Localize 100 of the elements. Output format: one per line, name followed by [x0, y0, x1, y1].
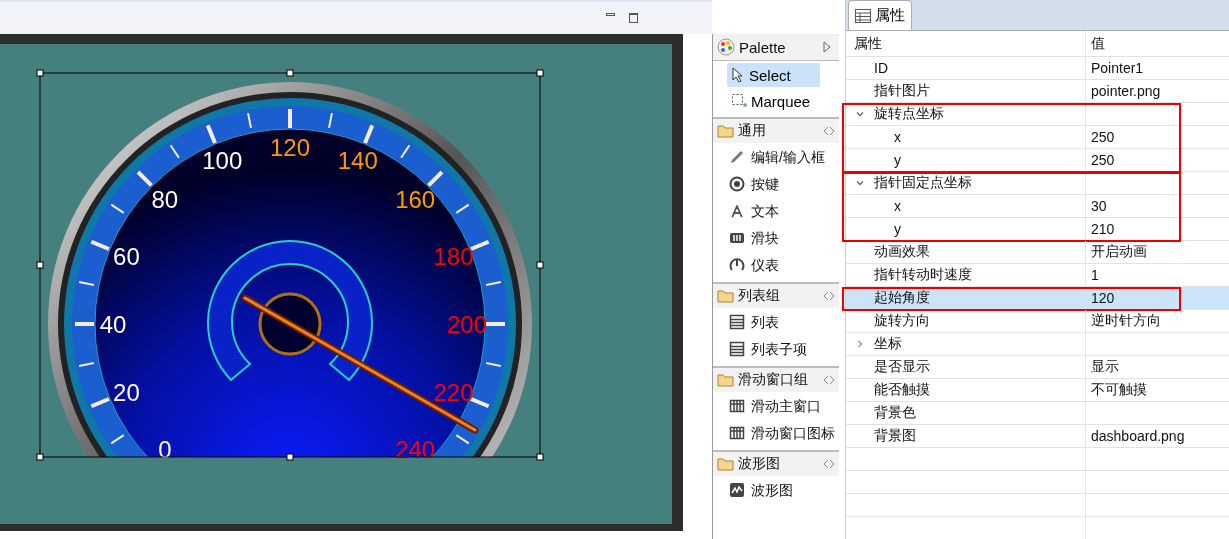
maximize-icon[interactable] — [629, 13, 638, 23]
property-row[interactable]: 能否触摸 不可触摸 — [846, 379, 1229, 402]
gauge-label: 180 — [433, 243, 474, 271]
property-row[interactable]: 旋转方向 逆时针方向 — [846, 310, 1229, 333]
property-value: 250 — [1091, 129, 1115, 145]
resize-handle[interactable] — [36, 453, 44, 461]
gauge-label: 100 — [202, 147, 243, 175]
drawer-label: 滑动窗口组 — [738, 371, 809, 389]
resize-handle[interactable] — [536, 261, 544, 269]
property-name: 动画效果 — [874, 243, 930, 261]
property-row[interactable]: 坐标 — [846, 333, 1229, 356]
gauge-label: 140 — [337, 147, 378, 175]
pin-icon[interactable] — [823, 459, 835, 469]
list-icon — [729, 341, 745, 357]
property-row[interactable]: 动画效果 开启动画 — [846, 241, 1229, 264]
property-value: 120 — [1091, 290, 1115, 306]
palette-item[interactable]: 滑动主窗口 — [713, 392, 839, 419]
radio-button-icon — [729, 176, 745, 192]
gauge-label: 20 — [113, 378, 140, 406]
expand-icon[interactable] — [823, 41, 831, 53]
waveform-icon — [729, 482, 745, 498]
property-row[interactable]: ID Pointer1 — [846, 57, 1229, 80]
properties-tab[interactable]: 属性 — [848, 0, 912, 30]
gauge-label: 200 — [447, 311, 487, 338]
property-value: 210 — [1091, 221, 1115, 237]
palette-item[interactable]: 滑动窗口图标 — [713, 419, 839, 446]
folder-icon — [717, 124, 735, 138]
property-value: pointer.png — [1091, 83, 1161, 99]
property-name: y — [894, 221, 901, 237]
drawer-header[interactable]: 通用 — [713, 117, 839, 143]
chevron-down-icon[interactable] — [855, 178, 865, 188]
palette-item[interactable]: 滑块 — [713, 224, 839, 251]
property-value: 30 — [1091, 198, 1107, 214]
resize-handle[interactable] — [286, 453, 294, 461]
property-row[interactable]: 指针固定点坐标 — [846, 172, 1229, 195]
gauge-label: 120 — [270, 134, 310, 161]
pin-icon[interactable] — [823, 375, 835, 385]
palette-item[interactable]: 列表 — [713, 308, 839, 335]
palette-item[interactable]: 仪表 — [713, 251, 839, 278]
palette-item[interactable]: 列表子项 — [713, 335, 839, 362]
property-row[interactable]: 指针图片 pointer.png — [846, 80, 1229, 103]
minimize-icon[interactable] — [606, 12, 615, 16]
property-name: x — [894, 198, 901, 214]
palette-tool[interactable]: Select — [727, 63, 820, 87]
property-row[interactable]: 背景图 dashboard.png — [846, 425, 1229, 448]
property-row[interactable]: x 250 — [846, 126, 1229, 149]
property-name: 起始角度 — [874, 289, 930, 307]
palette-item-label: 编辑/输入框 — [751, 148, 825, 167]
property-name: 指针固定点坐标 — [874, 174, 972, 192]
property-name: x — [894, 129, 901, 145]
resize-handle[interactable] — [36, 69, 44, 77]
drawer-header[interactable]: 波形图 — [713, 450, 839, 476]
drawer-header[interactable]: 列表组 — [713, 282, 839, 308]
palette-item-label: 列表子项 — [751, 340, 807, 359]
palette-item-label: 仪表 — [751, 256, 779, 275]
resize-handle[interactable] — [536, 453, 544, 461]
property-row[interactable]: 旋转点坐标 — [846, 103, 1229, 126]
palette-item[interactable]: 文本 — [713, 197, 839, 224]
slider-icon — [729, 230, 745, 246]
property-name: 能否触摸 — [874, 381, 930, 399]
property-row[interactable]: 背景色 — [846, 402, 1229, 425]
pin-icon[interactable] — [823, 126, 835, 136]
palette-title: Palette — [739, 38, 787, 56]
palette-item-label: 列表 — [751, 313, 779, 332]
column-header: 值 — [1090, 34, 1106, 53]
folder-icon — [717, 457, 735, 471]
property-name: ID — [874, 60, 888, 76]
property-name: 指针转动时速度 — [874, 266, 972, 284]
drawer-header[interactable]: 滑动窗口组 — [713, 366, 839, 392]
property-value: 1 — [1091, 267, 1099, 283]
property-row[interactable]: x 30 — [846, 195, 1229, 218]
cursor-icon — [731, 67, 745, 83]
palette-item-label: 滑块 — [751, 229, 779, 248]
resize-handle[interactable] — [36, 261, 44, 269]
property-row[interactable]: y 250 — [846, 149, 1229, 172]
property-row[interactable]: y 210 — [846, 218, 1229, 241]
drawer-label: 波形图 — [738, 455, 781, 473]
gauge-label: 80 — [151, 185, 179, 213]
gauge-label: 0 — [158, 436, 172, 464]
gauge-label: 240 — [395, 436, 436, 464]
palette-tool[interactable]: Marquee — [727, 89, 820, 113]
pin-icon[interactable] — [823, 291, 835, 301]
pencil-icon — [729, 149, 745, 165]
resize-handle[interactable] — [286, 69, 294, 77]
property-value: Pointer1 — [1091, 60, 1144, 76]
palette-item-label: 滑动窗口图标 — [751, 424, 835, 443]
property-row[interactable]: 是否显示 显示 — [846, 356, 1229, 379]
palette-item[interactable]: 波形图 — [713, 476, 839, 503]
resize-handle[interactable] — [536, 69, 544, 77]
chevron-down-icon[interactable] — [855, 109, 865, 119]
property-value: 250 — [1091, 152, 1115, 168]
palette-item[interactable]: 按键 — [713, 170, 839, 197]
gauge-label: 40 — [99, 311, 127, 338]
drawer-label: 通用 — [738, 122, 767, 140]
property-name: 坐标 — [874, 335, 902, 353]
drawer-label: 列表组 — [738, 287, 781, 305]
palette-item[interactable]: 编辑/输入框 — [713, 143, 839, 170]
palette-item-label: 按键 — [751, 175, 779, 194]
property-name: 旋转点坐标 — [874, 105, 944, 123]
folder-icon — [717, 373, 735, 387]
